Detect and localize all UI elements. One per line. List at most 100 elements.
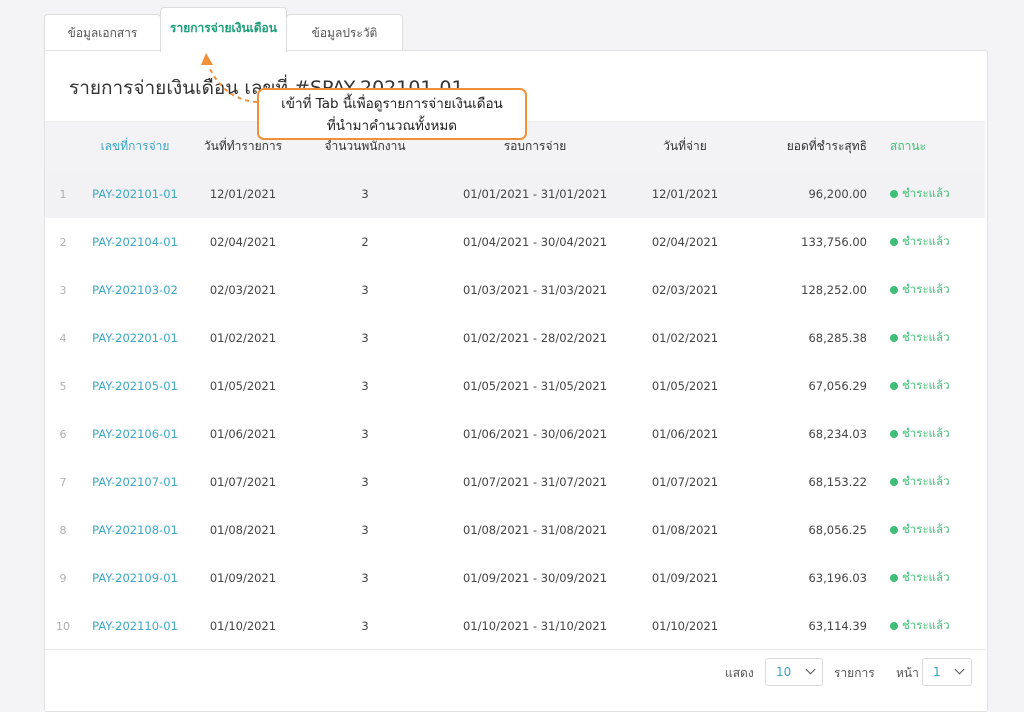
table-row[interactable]: 10 PAY-202110-01 01/10/2021 3 01/10/2021 - 3…	[45, 602, 985, 650]
status-badge: ชำระแล้ว	[890, 218, 980, 266]
table-row[interactable]: 4 PAY-202201-01 01/02/2021 3 01/02/2021 - 28…	[45, 314, 985, 362]
paid-date-cell: 02/04/2021	[651, 235, 719, 249]
employees-cell: 3	[361, 379, 369, 393]
period-cell: 01/03/2021 - 31/03/2021	[462, 283, 608, 297]
status-badge: ชำระแล้ว	[890, 506, 980, 554]
row-index: 2	[59, 235, 67, 249]
table-row[interactable]: 7 PAY-202107-01 01/07/2021 3 01/07/2021 - 31…	[45, 458, 985, 506]
row-index: 6	[59, 427, 67, 441]
row-index: 5	[59, 379, 67, 393]
status-badge: ชำระแล้ว	[890, 266, 980, 314]
payment-number-link[interactable]: PAY-202104-01	[90, 218, 180, 266]
page-label: หน้า	[896, 666, 919, 680]
row-index: 9	[59, 571, 67, 585]
status-dot-icon	[890, 382, 898, 390]
net-amount-cell: 67,056.29	[808, 379, 867, 393]
items-label: รายการ	[834, 666, 875, 680]
period-cell: 01/07/2021 - 31/07/2021	[462, 475, 608, 489]
net-amount-cell: 68,285.38	[808, 331, 867, 345]
status-label: ชำระแล้ว	[902, 570, 950, 584]
row-index: 4	[59, 331, 67, 345]
table-row[interactable]: 3 PAY-202103-02 02/03/2021 3 01/03/2021 - 31…	[45, 266, 985, 314]
status-label: ชำระแล้ว	[902, 378, 950, 392]
payment-number-link[interactable]: PAY-202105-01	[90, 362, 180, 410]
period-cell: 01/01/2021 - 31/01/2021	[462, 187, 608, 201]
table-body: 1 PAY-202101-01 12/01/2021 3 01/01/2021 - 31…	[45, 170, 985, 650]
paid-date-cell: 01/05/2021	[651, 379, 719, 393]
status-label: ชำระแล้ว	[902, 618, 950, 632]
payment-number-link[interactable]: PAY-202101-01	[90, 170, 180, 218]
doc-date-cell: 02/04/2021	[209, 235, 277, 249]
status-dot-icon	[890, 526, 898, 534]
payment-number-link[interactable]: PAY-202103-02	[90, 266, 180, 314]
doc-date-cell: 12/01/2021	[209, 187, 277, 201]
status-label: ชำระแล้ว	[902, 474, 950, 488]
net-amount-cell: 63,196.03	[808, 571, 867, 585]
employees-cell: 3	[361, 571, 369, 585]
status-dot-icon	[890, 334, 898, 342]
arrow-up-icon	[201, 53, 213, 65]
paid-date-cell: 12/01/2021	[651, 187, 719, 201]
status-label: ชำระแล้ว	[902, 522, 950, 536]
net-amount-cell: 63,114.39	[808, 619, 867, 633]
employees-cell: 3	[361, 187, 369, 201]
status-badge: ชำระแล้ว	[890, 554, 980, 602]
page-select[interactable]: 1	[922, 658, 972, 686]
payment-number-link[interactable]: PAY-202108-01	[90, 506, 180, 554]
payment-number-link[interactable]: PAY-202109-01	[90, 554, 180, 602]
status-badge: ชำระแล้ว	[890, 458, 980, 506]
annotation-callout: เข้าที่ Tab นี้เพื่อดูรายการจ่ายเงินเดือ…	[257, 88, 527, 140]
tab-document-info[interactable]: ข้อมูลเอกสาร	[44, 14, 161, 52]
payment-number-link[interactable]: PAY-202106-01	[90, 410, 180, 458]
employees-cell: 3	[361, 283, 369, 297]
row-index: 3	[59, 283, 67, 297]
payment-number-link[interactable]: PAY-202201-01	[90, 314, 180, 362]
net-amount-cell: 96,200.00	[808, 187, 867, 201]
chevron-down-icon	[954, 664, 965, 675]
employees-cell: 3	[361, 475, 369, 489]
table-row[interactable]: 5 PAY-202105-01 01/05/2021 3 01/05/2021 - 31…	[45, 362, 985, 410]
page-size-select[interactable]: 10	[765, 658, 823, 686]
table-row[interactable]: 8 PAY-202108-01 01/08/2021 3 01/08/2021 - 31…	[45, 506, 985, 554]
table-row[interactable]: 2 PAY-202104-01 02/04/2021 2 01/04/2021 - 30…	[45, 218, 985, 266]
employees-cell: 2	[361, 235, 369, 249]
status-dot-icon	[890, 430, 898, 438]
status-dot-icon	[890, 286, 898, 294]
row-index: 10	[56, 619, 70, 633]
table-row[interactable]: 1 PAY-202101-01 12/01/2021 3 01/01/2021 - 31…	[45, 170, 985, 218]
callout-line-2: ที่นำมาคำนวณทั้งหมด	[326, 118, 458, 134]
status-badge: ชำระแล้ว	[890, 410, 980, 458]
status-dot-icon	[890, 574, 898, 582]
period-cell: 01/09/2021 - 30/09/2021	[462, 571, 608, 585]
pagination-bar: แสดง 10 รายการ หน้า 1	[45, 649, 985, 694]
header-paid-date[interactable]: วันที่จ่าย	[645, 122, 725, 170]
period-cell: 01/05/2021 - 31/05/2021	[462, 379, 608, 393]
tab-history[interactable]: ข้อมูลประวัติ	[286, 14, 403, 52]
net-amount-cell: 68,234.03	[808, 427, 867, 441]
callout-arrow	[201, 53, 258, 103]
header-no[interactable]: เลขที่การจ่าย	[90, 122, 180, 170]
header-net[interactable]: ยอดที่ชำระสุทธิ	[765, 122, 867, 170]
payment-number-link[interactable]: PAY-202110-01	[90, 602, 180, 650]
status-dot-icon	[890, 478, 898, 486]
doc-date-cell: 01/08/2021	[209, 523, 277, 537]
employees-cell: 3	[361, 619, 369, 633]
header-status[interactable]: สถานะ	[890, 122, 980, 170]
employees-cell: 3	[361, 427, 369, 441]
paid-date-cell: 01/02/2021	[651, 331, 719, 345]
doc-date-cell: 01/10/2021	[209, 619, 277, 633]
payment-number-link[interactable]: PAY-202107-01	[90, 458, 180, 506]
status-label: ชำระแล้ว	[902, 426, 950, 440]
net-amount-cell: 68,056.25	[808, 523, 867, 537]
chevron-down-icon	[805, 664, 816, 675]
table-row[interactable]: 6 PAY-202106-01 01/06/2021 3 01/06/2021 - 30…	[45, 410, 985, 458]
status-dot-icon	[890, 190, 898, 198]
net-amount-cell: 128,252.00	[801, 283, 867, 297]
net-amount-cell: 68,153.22	[808, 475, 867, 489]
status-label: ชำระแล้ว	[902, 186, 950, 200]
show-label: แสดง	[725, 666, 754, 680]
paid-date-cell: 01/07/2021	[651, 475, 719, 489]
status-label: ชำระแล้ว	[902, 282, 950, 296]
table-row[interactable]: 9 PAY-202109-01 01/09/2021 3 01/09/2021 - 30…	[45, 554, 985, 602]
period-cell: 01/04/2021 - 30/04/2021	[462, 235, 608, 249]
